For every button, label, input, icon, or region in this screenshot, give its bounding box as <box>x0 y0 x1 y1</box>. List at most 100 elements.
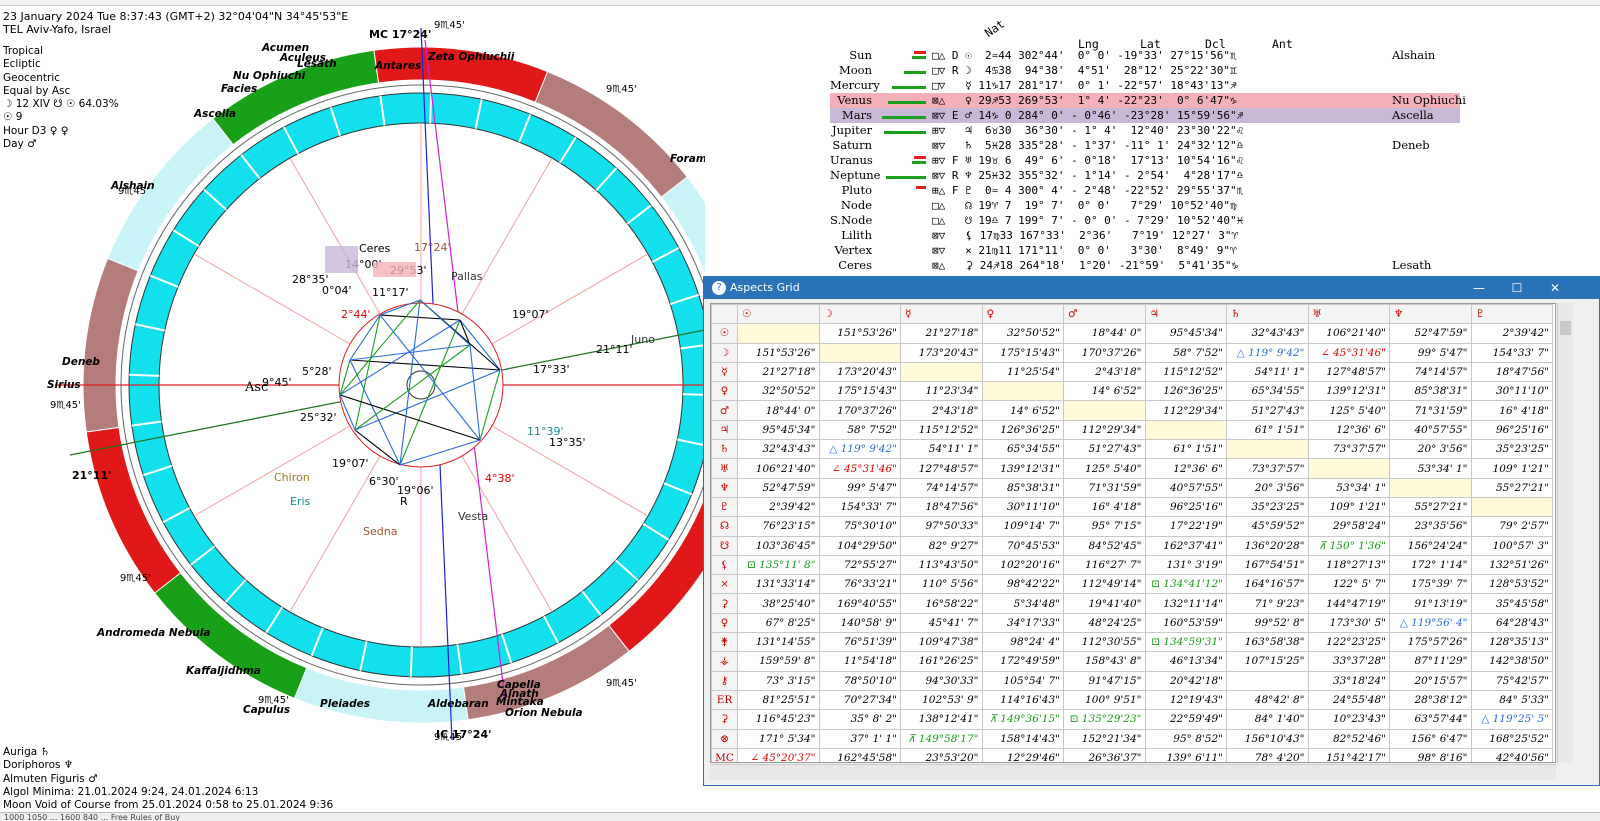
grid-cell[interactable]: 151°53'26" <box>737 342 820 363</box>
grid-cell[interactable]: 22°59'49" <box>1144 709 1227 730</box>
maximize-button[interactable]: ☐ <box>1498 277 1536 299</box>
grid-cell[interactable]: 160°53'59" <box>1144 612 1227 634</box>
grid-cell[interactable]: 40°57'55" <box>1144 477 1227 498</box>
grid-cell[interactable]: 154°33' 7" <box>1470 342 1553 363</box>
grid-cell[interactable]: 104°29'50" <box>818 535 901 556</box>
grid-cell[interactable]: 164°16'57" <box>1226 574 1309 595</box>
grid-cell[interactable]: 142°38'50" <box>1470 651 1553 672</box>
grid-cell[interactable]: 33°37'28" <box>1307 651 1390 672</box>
grid-cell[interactable]: 95° 7'15" <box>1063 516 1146 537</box>
grid-cell[interactable]: 74°14'57" <box>1389 361 1472 383</box>
grid-cell[interactable]: 12°29'46" <box>981 747 1064 762</box>
grid-cell[interactable]: 98°24' 4" <box>981 632 1064 653</box>
grid-cell[interactable]: 58° 7'52" <box>818 419 901 441</box>
grid-cell[interactable]: 95° 8'52" <box>1144 728 1227 749</box>
grid-col-header[interactable]: ♇ <box>1470 304 1553 325</box>
grid-cell[interactable]: ⊡ 134°41'12" <box>1144 574 1227 595</box>
grid-cell[interactable]: 98°42'22" <box>981 574 1064 595</box>
position-row[interactable]: Saturn ⊠▽ ♄ 5♓28 335°28' - 1°37' -11° 1' … <box>830 138 1460 153</box>
grid-cell[interactable]: 42°40'56" <box>1470 747 1553 762</box>
grid-cell[interactable] <box>737 323 820 344</box>
grid-cell[interactable] <box>818 342 901 363</box>
grid-cell[interactable]: 138°12'41" <box>900 709 983 730</box>
grid-row-header[interactable]: ⊗ <box>711 728 738 749</box>
grid-cell[interactable]: 171° 5'34" <box>737 728 820 749</box>
grid-cell[interactable]: 2°43'18" <box>900 400 983 421</box>
grid-cell[interactable]: 79° 2'57" <box>1470 516 1553 537</box>
grid-cell[interactable]: 76°33'21" <box>818 574 901 595</box>
grid-row-header[interactable]: ♅ <box>711 458 738 479</box>
grid-cell[interactable]: 125° 5'40" <box>1063 458 1146 479</box>
grid-col-header[interactable]: ♀ <box>981 304 1064 325</box>
grid-cell[interactable]: 26°36'37" <box>1063 747 1146 762</box>
position-row[interactable]: Vertex ⊠▽ × 21♍11 171°11' 0° 0' 3°30' 8°4… <box>830 243 1460 258</box>
grid-cell[interactable]: 34°17'33" <box>981 612 1064 634</box>
grid-cell[interactable]: 10°23'43" <box>1307 709 1390 730</box>
grid-cell[interactable]: 46°13'34" <box>1144 651 1227 672</box>
grid-cell[interactable]: 173°20'43" <box>818 361 901 383</box>
grid-cell[interactable]: 109° 1'21" <box>1470 458 1553 479</box>
grid-cell[interactable]: 18°47'56" <box>1470 361 1553 383</box>
horizontal-scrollbar[interactable] <box>710 764 1556 780</box>
grid-cell[interactable]: 158°14'43" <box>981 728 1064 749</box>
grid-cell[interactable]: 74°14'57" <box>900 477 983 498</box>
grid-cell[interactable]: 162°45'58" <box>818 747 901 762</box>
grid-cell[interactable]: ⊡ 135°29'23" <box>1063 709 1146 730</box>
grid-row-header[interactable]: ☿ <box>711 361 738 383</box>
grid-cell[interactable]: 85°38'31" <box>1389 381 1472 402</box>
grid-row-header[interactable]: ♇ <box>711 496 738 518</box>
grid-cell[interactable]: 110° 5'56" <box>900 574 983 595</box>
grid-cell[interactable]: 170°37'26" <box>818 400 901 421</box>
grid-col-header[interactable]: ♃ <box>1144 304 1227 325</box>
grid-cell[interactable]: 126°36'25" <box>981 419 1064 441</box>
grid-cell[interactable]: 122°23'25" <box>1307 632 1390 653</box>
grid-cell[interactable]: 151°42'17" <box>1307 747 1390 762</box>
position-row[interactable]: Mars ⊠▽ E ♂ 14♑ 0 284° 0' - 0°46' -23°28'… <box>830 108 1460 123</box>
position-row[interactable]: Uranus ⊞▽ F ♅ 19♉ 6 49° 6' - 0°18' 17°13'… <box>830 153 1460 168</box>
grid-cell[interactable]: 16°58'22" <box>900 593 983 614</box>
grid-cell[interactable]: 128°35'13" <box>1470 632 1553 653</box>
grid-cell[interactable]: 139°12'31" <box>981 458 1064 479</box>
grid-cell[interactable]: 53°34' 1" <box>1307 477 1390 498</box>
grid-cell[interactable]: 35° 8' 2" <box>818 709 901 730</box>
grid-cell[interactable]: 23°35'56" <box>1389 516 1472 537</box>
grid-cell[interactable]: 163°58'38" <box>1226 632 1309 653</box>
grid-cell[interactable]: 28°38'12" <box>1389 689 1472 711</box>
grid-cell[interactable]: 131° 3'19" <box>1144 554 1227 576</box>
grid-cell[interactable]: 112°29'34" <box>1063 419 1146 441</box>
grid-cell[interactable]: 96°25'16" <box>1470 419 1553 441</box>
grid-cell[interactable] <box>1063 400 1146 421</box>
grid-cell[interactable]: 116°27' 7" <box>1063 554 1146 576</box>
position-row[interactable]: Node □△ ☊ 19♈ 7 19° 7' 0° 0' 7°29' 10°52'… <box>830 198 1460 213</box>
grid-cell[interactable] <box>1307 458 1390 479</box>
grid-cell[interactable]: 71°31'59" <box>1389 400 1472 421</box>
grid-cell[interactable]: 24°55'48" <box>1307 689 1390 711</box>
grid-cell[interactable]: 139° 6'11" <box>1144 747 1227 762</box>
grid-cell[interactable]: 71°31'59" <box>1063 477 1146 498</box>
grid-cell[interactable]: 76°51'39" <box>818 632 901 653</box>
grid-cell[interactable]: 29°58'24" <box>1307 516 1390 537</box>
grid-cell[interactable]: 38°25'40" <box>737 593 820 614</box>
grid-cell[interactable]: 33°18'24" <box>1307 670 1390 691</box>
grid-cell[interactable]: 175°39' 7" <box>1389 574 1472 595</box>
grid-cell[interactable]: 99°52' 8" <box>1226 612 1309 634</box>
grid-cell[interactable]: 51°27'43" <box>1226 400 1309 421</box>
grid-cell[interactable]: 95°45'34" <box>1144 323 1227 344</box>
grid-cell[interactable]: 152°21'34" <box>1063 728 1146 749</box>
grid-cell[interactable]: 2°39'42" <box>1470 323 1553 344</box>
grid-cell[interactable]: 103°36'45" <box>737 535 820 556</box>
grid-row-header[interactable]: ♂ <box>711 400 738 421</box>
grid-cell[interactable]: 84° 1'40" <box>1226 709 1309 730</box>
grid-cell[interactable]: 115°12'52" <box>900 419 983 441</box>
grid-cell[interactable]: 175°15'43" <box>818 381 901 402</box>
vertical-scrollbar[interactable] <box>1557 303 1573 763</box>
grid-cell[interactable]: ∠ 45°20'37" <box>737 747 820 762</box>
grid-cell[interactable]: 32°50'52" <box>737 381 820 402</box>
grid-cell[interactable]: 35°23'25" <box>1470 439 1553 460</box>
grid-cell[interactable]: 61° 1'51" <box>1226 419 1309 441</box>
grid-row-header[interactable]: ⚶ <box>711 651 738 672</box>
grid-cell[interactable]: 14° 6'52" <box>981 400 1064 421</box>
grid-cell[interactable]: 20° 3'56" <box>1389 439 1472 460</box>
minimize-button[interactable]: — <box>1460 277 1498 299</box>
grid-cell[interactable]: 167°54'51" <box>1226 554 1309 576</box>
